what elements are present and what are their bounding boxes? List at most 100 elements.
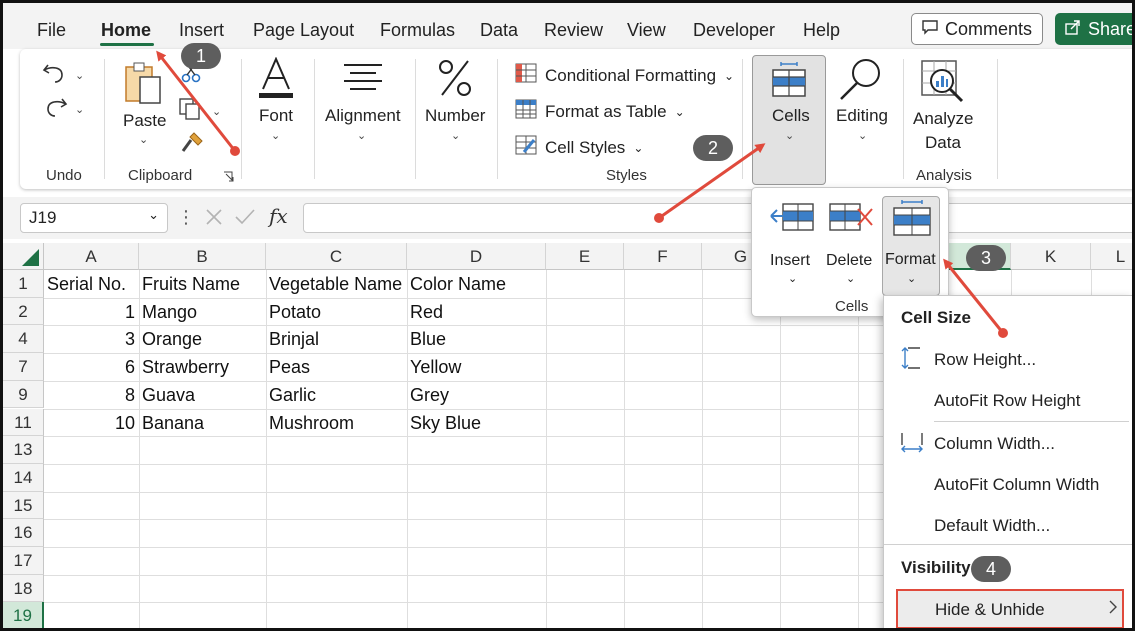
cell-fruit[interactable]: Orange: [142, 329, 202, 350]
cell-fruit[interactable]: Mango: [142, 302, 197, 323]
undo-icon[interactable]: [42, 61, 68, 90]
alignment-dropdown-icon[interactable]: ⌄: [357, 129, 366, 142]
row-header-17[interactable]: 17: [3, 547, 44, 575]
font-dropdown-icon[interactable]: ⌄: [271, 129, 280, 142]
cell-color[interactable]: Red: [410, 302, 443, 323]
column-header-l[interactable]: L: [1091, 243, 1132, 270]
cancel-icon[interactable]: [204, 207, 224, 232]
tab-page-layout[interactable]: Page Layout: [253, 20, 354, 41]
select-all-corner[interactable]: [3, 243, 44, 270]
cell-color[interactable]: Sky Blue: [410, 413, 481, 434]
insert-cells-button[interactable]: Insert ⌄: [764, 196, 822, 296]
redo-icon[interactable]: [42, 95, 68, 124]
delete-cells-button[interactable]: Delete ⌄: [822, 196, 880, 296]
hide-unhide-item[interactable]: Hide & Unhide: [896, 589, 1124, 628]
comments-button[interactable]: Comments: [911, 13, 1043, 45]
cell-color[interactable]: Blue: [410, 329, 446, 350]
dialog-launcher-icon[interactable]: [223, 170, 235, 188]
header-cell-serial[interactable]: Serial No.: [47, 274, 126, 295]
enter-icon[interactable]: [234, 207, 256, 232]
analyze-data-icon[interactable]: [920, 59, 964, 108]
percent-icon[interactable]: [438, 59, 472, 102]
format-as-table-button[interactable]: Format as Table ⌄: [515, 99, 685, 124]
tab-help[interactable]: Help: [803, 20, 840, 41]
autofit-row-height-item[interactable]: AutoFit Row Height: [934, 391, 1080, 411]
default-width-item[interactable]: Default Width...: [934, 516, 1050, 536]
row-header-18[interactable]: 18: [3, 574, 44, 603]
row-header-16[interactable]: 16: [3, 519, 44, 547]
number-label[interactable]: Number: [425, 106, 485, 126]
row-header-4[interactable]: 4: [3, 325, 44, 354]
name-box[interactable]: J19 ⌄: [20, 203, 168, 233]
row-header-14[interactable]: 14: [3, 463, 44, 492]
insert-function-icon[interactable]: fx: [269, 204, 288, 228]
row-header-15[interactable]: 15: [3, 491, 44, 520]
cell-serial[interactable]: 8: [44, 385, 135, 406]
cells-button[interactable]: Cells ⌄: [752, 55, 826, 185]
cell-serial[interactable]: 10: [44, 413, 135, 434]
cell-fruit[interactable]: Guava: [142, 385, 195, 406]
header-cell-fruit[interactable]: Fruits Name: [142, 274, 240, 295]
row-header-1[interactable]: 1: [3, 270, 44, 298]
column-header-d[interactable]: D: [407, 243, 546, 270]
cell-serial[interactable]: 1: [44, 302, 135, 323]
column-header-a[interactable]: A: [44, 243, 139, 270]
format-cells-button[interactable]: Format ⌄: [882, 196, 940, 296]
row-header-9[interactable]: 9: [3, 380, 44, 409]
analyze-data-label-2[interactable]: Data: [925, 133, 961, 153]
cell-serial[interactable]: 6: [44, 357, 135, 378]
cell-styles-button[interactable]: Cell Styles ⌄: [515, 135, 643, 160]
conditional-formatting-button[interactable]: Conditional Formatting ⌄: [515, 63, 734, 88]
search-icon[interactable]: [838, 57, 884, 106]
paste-label[interactable]: Paste: [123, 111, 166, 131]
tab-data[interactable]: Data: [480, 20, 518, 41]
redo-dropdown-icon[interactable]: ⌄: [75, 103, 84, 116]
column-header-c[interactable]: C: [266, 243, 407, 270]
tab-home[interactable]: Home: [101, 20, 151, 41]
cell-vegetable[interactable]: Brinjal: [269, 329, 319, 350]
column-width-item[interactable]: Column Width...: [934, 434, 1055, 454]
paste-dropdown-icon[interactable]: ⌄: [139, 133, 148, 146]
header-cell-color[interactable]: Color Name: [410, 274, 506, 295]
tab-view[interactable]: View: [627, 20, 666, 41]
alignment-icon[interactable]: [342, 63, 384, 98]
row-height-item[interactable]: Row Height...: [934, 350, 1036, 370]
tab-file[interactable]: File: [37, 20, 66, 41]
autofit-column-width-item[interactable]: AutoFit Column Width: [934, 475, 1099, 495]
formula-input[interactable]: [303, 203, 1132, 233]
copy-dropdown-icon[interactable]: ⌄: [212, 105, 221, 118]
cell-vegetable[interactable]: Mushroom: [269, 413, 354, 434]
row-header-19[interactable]: 19: [3, 602, 44, 628]
number-dropdown-icon[interactable]: ⌄: [451, 129, 460, 142]
cell-vegetable[interactable]: Garlic: [269, 385, 316, 406]
column-header-f[interactable]: F: [624, 243, 702, 270]
cell-vegetable[interactable]: Peas: [269, 357, 310, 378]
more-options-icon[interactable]: ⋮: [177, 207, 195, 228]
row-header-11[interactable]: 11: [3, 408, 44, 437]
row-header-13[interactable]: 13: [3, 436, 44, 464]
tab-review[interactable]: Review: [544, 20, 603, 41]
column-header-b[interactable]: B: [139, 243, 266, 270]
copy-icon[interactable]: [178, 97, 202, 126]
cell-serial[interactable]: 3: [44, 329, 135, 350]
column-header-e[interactable]: E: [546, 243, 624, 270]
font-icon[interactable]: [259, 56, 293, 104]
tab-insert[interactable]: Insert: [179, 20, 224, 41]
tab-formulas[interactable]: Formulas: [380, 20, 455, 41]
analyze-data-label-1[interactable]: Analyze: [913, 109, 973, 129]
header-cell-vegetable[interactable]: Vegetable Name: [269, 274, 402, 295]
cell-color[interactable]: Yellow: [410, 357, 461, 378]
undo-dropdown-icon[interactable]: ⌄: [75, 69, 84, 82]
format-painter-icon[interactable]: [180, 131, 204, 160]
paste-icon[interactable]: [124, 61, 164, 110]
column-header-k[interactable]: K: [1011, 243, 1091, 270]
cell-color[interactable]: Grey: [410, 385, 449, 406]
cell-fruit[interactable]: Banana: [142, 413, 204, 434]
share-button[interactable]: Share: [1055, 13, 1132, 45]
editing-dropdown-icon[interactable]: ⌄: [858, 129, 867, 142]
cell-fruit[interactable]: Strawberry: [142, 357, 229, 378]
tab-developer[interactable]: Developer: [693, 20, 775, 41]
alignment-label[interactable]: Alignment: [325, 106, 401, 126]
cell-vegetable[interactable]: Potato: [269, 302, 321, 323]
font-label[interactable]: Font: [259, 106, 293, 126]
